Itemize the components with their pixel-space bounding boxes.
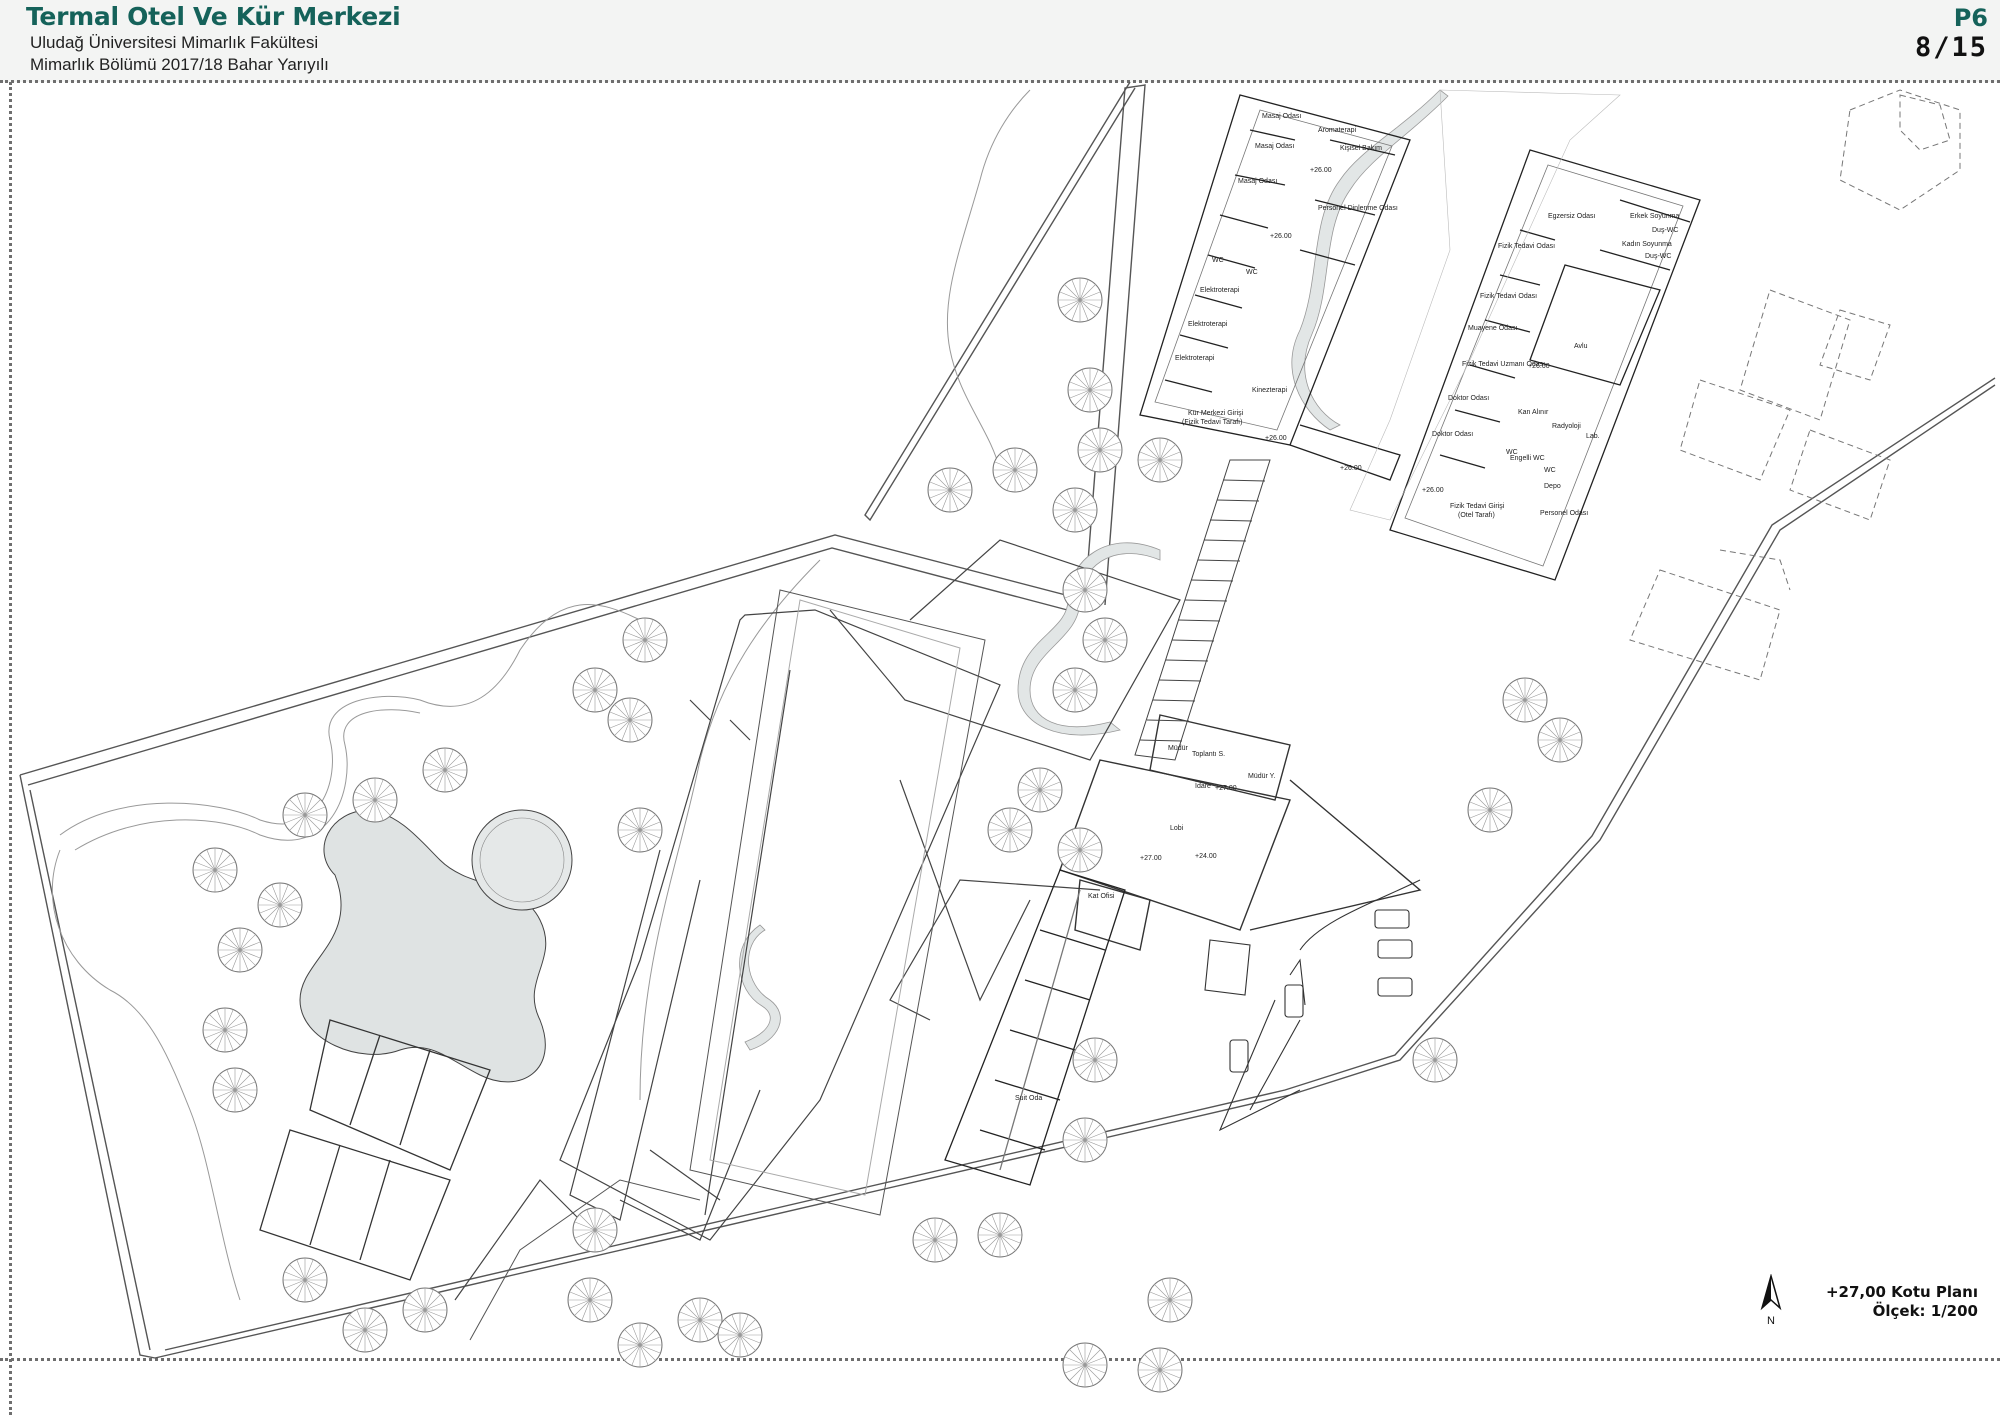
room-label: Depo xyxy=(1544,483,1561,490)
room-label: Masaj Odası xyxy=(1238,178,1277,185)
room-label: WC xyxy=(1212,257,1224,264)
room-label: (Fizik Tedavi Tarafı) xyxy=(1182,419,1242,426)
plan-level-title: +27,00 Kotu Planı xyxy=(1825,1283,1978,1301)
room-label: Lab. xyxy=(1586,433,1600,440)
room-label: Suit Oda xyxy=(1015,1095,1042,1102)
room-label: Duş-WC xyxy=(1645,253,1671,260)
room-label: Duş-WC xyxy=(1652,227,1678,234)
room-label: Müdür xyxy=(1168,745,1189,752)
room-label: (Otel Tarafı) xyxy=(1458,512,1495,519)
room-label: Kat Ofisi xyxy=(1088,893,1115,900)
room-label: Kinezterapi xyxy=(1252,387,1287,394)
room-label: Kür Merkezi Girişi xyxy=(1188,410,1244,417)
north-arrow-icon: N xyxy=(1760,1274,1782,1326)
tennis-courts xyxy=(259,1019,491,1281)
level-marker: +26.00 xyxy=(1422,487,1444,494)
level-marker: +27.00 xyxy=(1140,855,1162,862)
floor-plan-drawing: Masaj Odası Aromaterapi Masaj Odası Kişi… xyxy=(19,81,1996,1393)
room-label: Muayene Odası xyxy=(1468,325,1517,332)
room-label: Müdür Y. xyxy=(1248,773,1275,780)
level-marker: +26.00 xyxy=(1270,233,1292,240)
room-label: Kişisel Bakım xyxy=(1340,145,1382,152)
neighbour-buildings xyxy=(1629,89,1961,681)
room-label: Personel Odası xyxy=(1540,510,1588,517)
room-label: Fizik Tedavi Odası xyxy=(1498,243,1555,250)
room-label: WC xyxy=(1506,449,1518,456)
room-label: Engelli WC xyxy=(1510,455,1545,462)
plan-scale: Ölçek: 1/200 xyxy=(1872,1302,1978,1320)
room-label: Radyoloji xyxy=(1552,423,1581,430)
hotel-main-block xyxy=(469,589,986,1341)
room-label: Personel Dinlenme Odası xyxy=(1318,205,1398,212)
room-label: Kadın Soyunma xyxy=(1622,241,1672,248)
room-label: Masaj Odası xyxy=(1262,113,1301,120)
level-marker: +26.00 xyxy=(1265,435,1287,442)
room-label: WC xyxy=(1544,467,1556,474)
site-boundary xyxy=(19,81,1996,1359)
lobby-block xyxy=(1059,714,1422,951)
room-label: İdare xyxy=(1195,781,1211,790)
pond xyxy=(299,809,573,1083)
room-label: Fizik Tedavi Odası xyxy=(1480,293,1537,300)
room-label: Aromaterapi xyxy=(1318,127,1357,134)
room-label: Fizik Tedavi Girişi xyxy=(1450,503,1505,510)
north-label: N xyxy=(1767,1315,1775,1326)
level-marker: +24.00 xyxy=(1195,853,1217,860)
level-marker: +26.00 xyxy=(1310,167,1332,174)
room-label: Lobi xyxy=(1170,825,1184,832)
room-label: Doktor Odası xyxy=(1448,395,1489,402)
room-label: Doktor Odası xyxy=(1432,431,1473,438)
room-label: Kan Alınır xyxy=(1518,409,1549,416)
level-marker: +26.00 xyxy=(1340,465,1362,472)
room-label: Erkek Soyunma xyxy=(1630,213,1680,220)
room-label: Elektroterapi xyxy=(1188,321,1228,328)
room-label: Elektroterapi xyxy=(1175,355,1215,362)
level-marker: +26.00 xyxy=(1528,363,1550,370)
plan-legend: +27,00 Kotu Planı Ölçek: 1/200 xyxy=(1826,1283,1978,1321)
room-label: Toplantı S. xyxy=(1192,751,1225,758)
room-label: Masaj Odası xyxy=(1255,143,1294,150)
level-marker: +27.00 xyxy=(1215,785,1237,792)
room-label: Elektroterapi xyxy=(1200,287,1240,294)
room-label: WC xyxy=(1246,269,1258,276)
room-label: Avlu xyxy=(1574,343,1588,350)
garden-paths xyxy=(51,89,1031,1301)
connection-bridge xyxy=(1134,459,1271,761)
parking-area xyxy=(1204,879,1421,1132)
room-label: Egzersiz Odası xyxy=(1548,213,1596,220)
